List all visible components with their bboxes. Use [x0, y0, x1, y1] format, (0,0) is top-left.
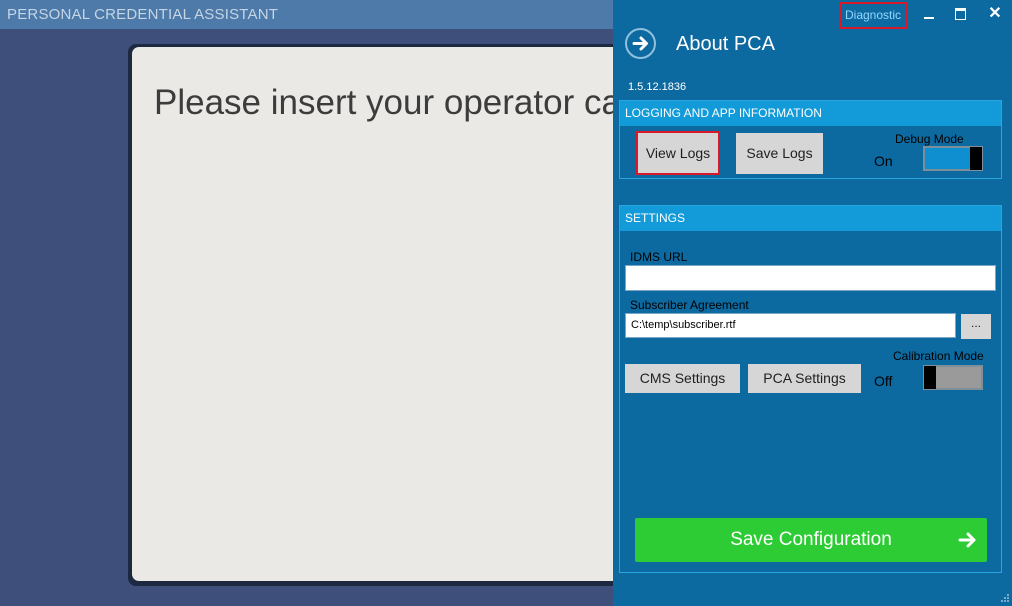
about-panel: Diagnostic ✕ About PCA 1.5.12.1836 LOGGI…	[613, 0, 1012, 606]
cms-settings-button[interactable]: CMS Settings	[625, 364, 740, 393]
idms-url-input[interactable]	[625, 265, 996, 291]
maximize-button[interactable]	[951, 4, 971, 24]
panel-title: About PCA	[676, 33, 775, 55]
debug-mode-state: On	[874, 153, 893, 169]
diagnostic-button[interactable]: Diagnostic	[839, 2, 907, 29]
save-logs-button[interactable]: Save Logs	[736, 133, 823, 174]
close-icon: ✕	[988, 5, 1002, 22]
pca-settings-button[interactable]: PCA Settings	[748, 364, 861, 393]
subscriber-agreement-input[interactable]: C:\temp\subscriber.rtf	[625, 313, 956, 338]
arrow-right-icon	[632, 36, 648, 51]
settings-section-header: SETTINGS	[620, 206, 1001, 231]
save-configuration-button[interactable]: Save Configuration	[635, 518, 987, 562]
toggle-knob	[924, 366, 936, 389]
calibration-mode-label: Calibration Mode	[893, 349, 984, 363]
insert-card-prompt: Please insert your operator car	[154, 83, 632, 122]
close-button[interactable]: ✕	[985, 4, 1005, 24]
toggle-knob	[970, 147, 982, 170]
view-logs-button[interactable]: View Logs	[636, 131, 720, 175]
settings-section: SETTINGS IDMS URL Subscriber Agreement C…	[619, 205, 1002, 573]
minimize-button[interactable]	[919, 4, 939, 24]
debug-mode-toggle[interactable]	[923, 146, 983, 171]
resize-grip-icon[interactable]	[999, 594, 1009, 604]
logging-section-header: LOGGING AND APP INFORMATION	[620, 101, 1001, 126]
calibration-mode-toggle[interactable]	[923, 365, 983, 390]
operator-card-prompt-card: Please insert your operator car	[132, 47, 632, 581]
title-bar: PERSONAL CREDENTIAL ASSISTANT	[0, 0, 613, 29]
browse-button[interactable]: ...	[961, 314, 991, 339]
back-arrow-button[interactable]	[625, 28, 656, 59]
subscriber-agreement-label: Subscriber Agreement	[630, 298, 749, 312]
idms-url-label: IDMS URL	[630, 250, 688, 264]
app-title: PERSONAL CREDENTIAL ASSISTANT	[7, 6, 279, 23]
calibration-mode-state: Off	[874, 373, 893, 389]
arrow-right-icon	[958, 532, 976, 548]
version-text: 1.5.12.1836	[628, 81, 687, 93]
logging-section: LOGGING AND APP INFORMATION View Logs Sa…	[619, 100, 1002, 179]
debug-mode-label: Debug Mode	[895, 132, 964, 146]
save-configuration-label: Save Configuration	[730, 529, 892, 550]
